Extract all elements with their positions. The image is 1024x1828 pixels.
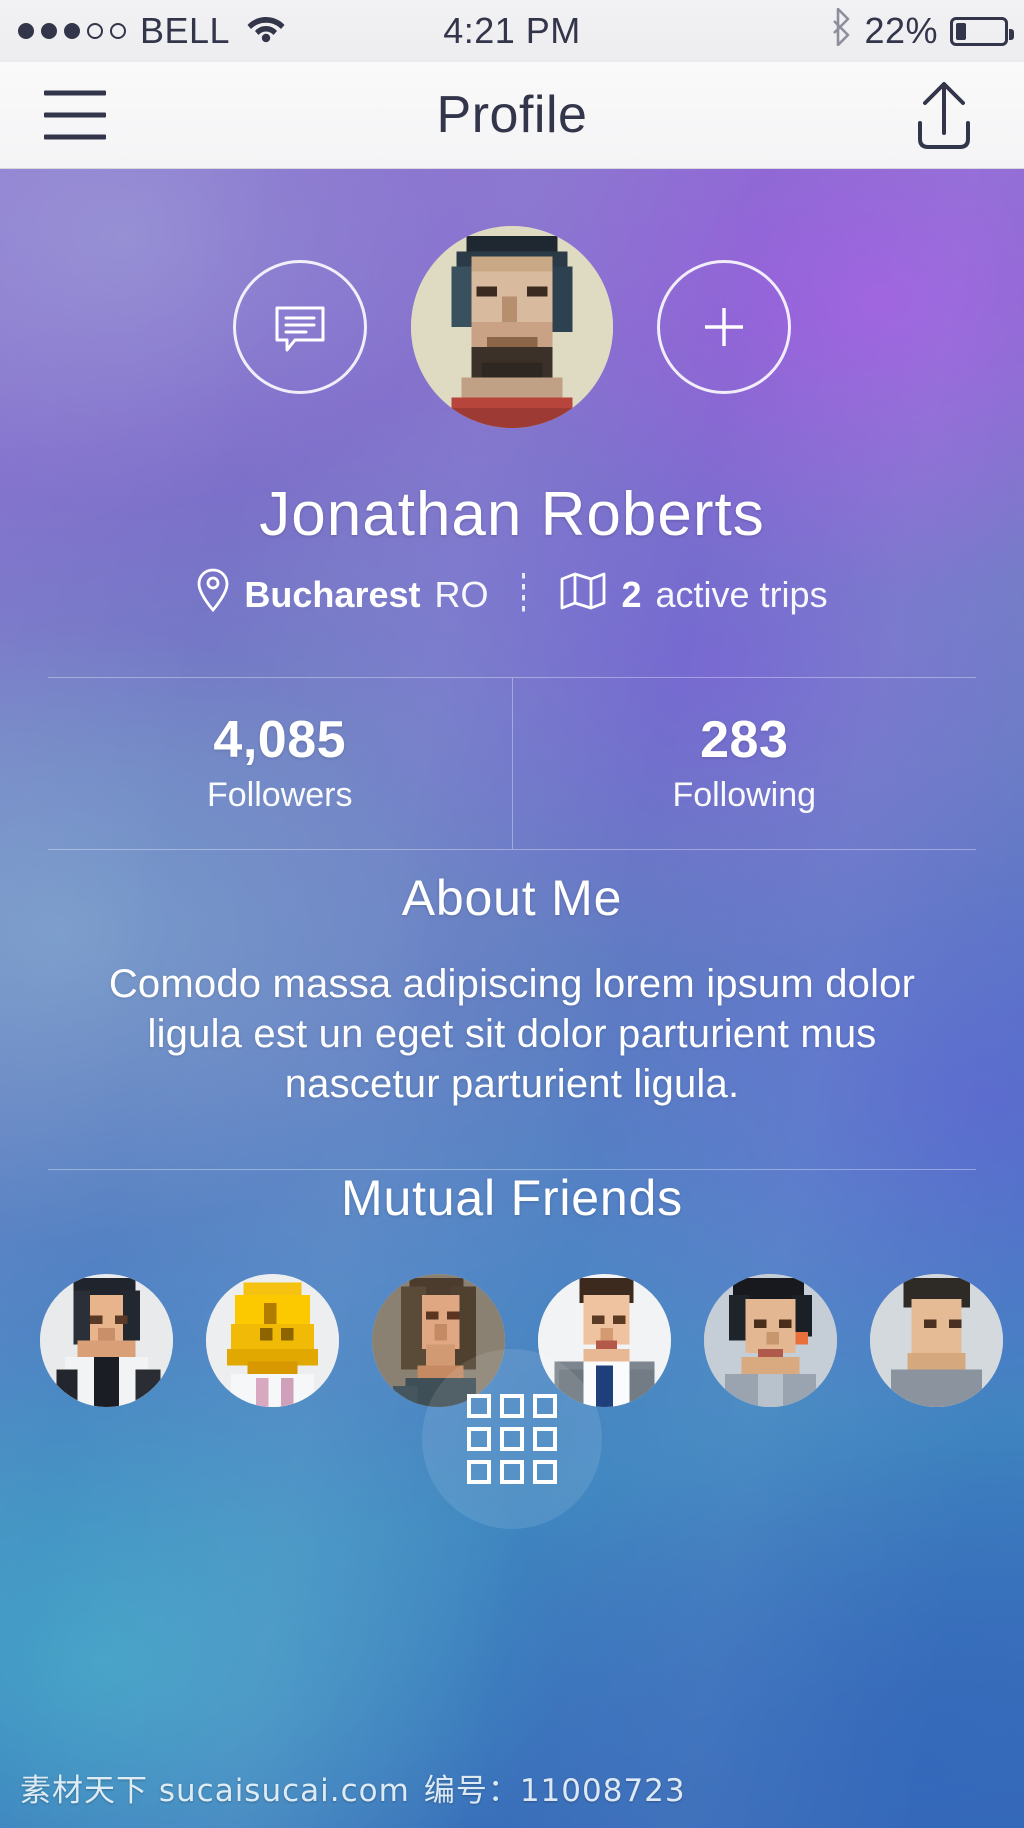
stat-followers[interactable]: 4,085 Followers [48, 678, 512, 849]
avatar[interactable] [411, 226, 613, 428]
meta-divider [522, 572, 526, 617]
trips-label: active trips [655, 573, 828, 615]
status-bar-right: 22% [830, 7, 1014, 55]
bluetooth-icon [830, 7, 852, 55]
page-title: Profile [436, 86, 588, 144]
battery-percentage: 22% [864, 10, 938, 51]
hamburger-menu-icon[interactable] [44, 90, 106, 140]
about-me-body: Comodo massa adipiscing lorem ipsum dolo… [108, 962, 916, 1106]
friend-avatar-2[interactable] [206, 1273, 339, 1407]
profile-meta-row: Bucharest RO 2 active trips [0, 567, 1024, 622]
profile-name: Jonathan Roberts [259, 480, 765, 549]
friend-avatar-1[interactable] [40, 1273, 173, 1407]
watermark-site: 素材天下 sucaisucai.com [20, 1773, 410, 1809]
friend-avatar-5[interactable] [704, 1273, 837, 1407]
grid-view-button[interactable] [422, 1349, 602, 1529]
map-fold-icon [559, 570, 607, 619]
profile-content: Jonathan Roberts Bucharest RO 2 active t… [0, 169, 1024, 1828]
watermark-number: 编号：11008723 [423, 1773, 686, 1809]
stat-following[interactable]: 283 Following [511, 678, 977, 849]
stat-value: 283 [700, 711, 789, 770]
stats-section: 4,085 Followers 283 Following [48, 677, 976, 850]
share-upload-icon[interactable] [904, 75, 984, 155]
location-country: RO [434, 573, 489, 615]
trips-count: 2 [621, 573, 642, 615]
mutual-friends-title: Mutual Friends [341, 1170, 683, 1226]
battery-icon [950, 16, 1014, 46]
stat-label: Followers [207, 775, 353, 814]
active-trips-item[interactable]: 2 active trips [559, 570, 828, 619]
message-bubble-icon[interactable] [233, 260, 367, 394]
stat-value: 4,085 [213, 711, 347, 770]
profile-background: Jonathan Roberts Bucharest RO 2 active t… [0, 169, 1024, 1828]
location-item[interactable]: Bucharest RO [196, 567, 488, 622]
status-bar: BELL 4:21 PM 22% [0, 0, 1024, 62]
grid-3x3-icon [467, 1394, 557, 1484]
watermark: 素材天下 sucaisucai.com 编号：11008723 [20, 1765, 686, 1810]
avatar-action-row [0, 226, 1024, 428]
plus-icon[interactable] [657, 260, 791, 394]
stat-label: Following [672, 775, 817, 814]
about-me-title: About Me [401, 870, 623, 926]
navigation-bar: Profile [0, 62, 1024, 169]
friend-avatar-6[interactable] [870, 1273, 1003, 1407]
map-pin-icon [196, 567, 230, 622]
location-city: Bucharest [244, 573, 421, 615]
